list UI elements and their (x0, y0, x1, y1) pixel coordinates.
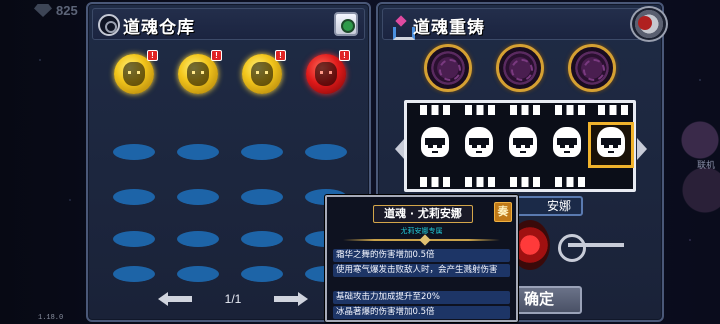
recast-icon (393, 17, 415, 40)
portrait-option[interactable] (415, 125, 455, 165)
soul-item[interactable]: ! (306, 50, 350, 94)
portrait-partial (552, 177, 588, 187)
empty-soul-slot[interactable] (177, 189, 219, 205)
portrait-option-selected[interactable] (588, 122, 634, 168)
recast-title-bar: 道魂重铸 (382, 8, 658, 40)
soul-emblem-icon (98, 14, 120, 36)
carousel-next-icon[interactable] (637, 138, 647, 160)
portrait-option[interactable] (547, 125, 587, 165)
portrait-partial (507, 105, 543, 115)
portrait-partial (417, 177, 453, 187)
empty-soul-slot[interactable] (305, 144, 347, 160)
back-icon[interactable] (630, 6, 668, 42)
soul-item[interactable]: ! (178, 50, 222, 94)
portrait-partial (552, 105, 588, 115)
tooltip-effect: 基础攻击力加成提升至20% (333, 291, 510, 304)
portrait-mouth (520, 151, 526, 153)
new-badge: ! (275, 50, 286, 61)
portrait-eye (472, 143, 477, 148)
portrait-mouth (608, 151, 614, 153)
tooltip-effect: 使用寒气爆发击败敌人时，会产生溅射伤害 (333, 264, 510, 277)
key-icon (558, 230, 628, 262)
portrait-eye (428, 143, 433, 148)
pager: 1/1 (158, 290, 308, 310)
portrait-partial (462, 105, 498, 115)
empty-soul-slot[interactable] (113, 266, 155, 282)
version-label: 1.18.0 (38, 314, 64, 322)
empty-soul-slot[interactable] (241, 144, 283, 160)
portrait-eye (437, 143, 442, 148)
soul-tooltip: 道魂 · 尤莉安娜 奏 尤莉安娜专属 霜华之舞的伤害增加0.5倍 使用寒气爆发击… (325, 195, 518, 322)
portrait-mouth (476, 151, 482, 153)
soul-portrait (187, 62, 209, 86)
portrait-option[interactable] (503, 125, 543, 165)
portrait-eye (604, 143, 609, 148)
currency-value: 825 (56, 3, 78, 18)
arrow-left-icon[interactable] (158, 292, 194, 306)
portrait-eye (560, 143, 565, 148)
portrait-mouth (564, 151, 570, 153)
portrait-eye (569, 143, 574, 148)
currency-display: 825 (34, 3, 78, 18)
portrait-partial (595, 105, 631, 115)
portrait-mouth (432, 151, 438, 153)
storage-title-bar: 道魂仓库 (92, 8, 365, 40)
soul-item[interactable]: ! (114, 50, 158, 94)
side-label: 联机 (697, 161, 716, 171)
portrait-eye (481, 143, 486, 148)
storage-title: 道魂仓库 (123, 18, 195, 38)
arrow-right-icon[interactable] (272, 292, 308, 306)
portrait-partial (462, 177, 498, 187)
tooltip-effect: 霜华之舞的伤害增加0.5倍 (333, 249, 510, 262)
empty-soul-slot[interactable] (177, 266, 219, 282)
soul-portrait (315, 62, 337, 86)
empty-soul-slot[interactable] (241, 266, 283, 282)
soul-portrait (123, 62, 145, 86)
sort-icon[interactable] (334, 12, 358, 36)
portrait-eye (613, 143, 618, 148)
portrait-eye (525, 143, 530, 148)
material-slot[interactable] (568, 44, 616, 92)
tooltip-subtitle: 尤莉安娜专属 (400, 227, 443, 235)
empty-soul-slot[interactable] (177, 144, 219, 160)
material-slot[interactable] (496, 44, 544, 92)
tooltip-effect: 冰晶著爆的伤害增加0.5倍 (333, 306, 510, 319)
gem-icon (34, 4, 52, 17)
tooltip-divider (343, 238, 500, 242)
portrait-option[interactable] (459, 125, 499, 165)
portrait-eye (516, 143, 521, 148)
page-indicator: 1/1 (224, 292, 242, 306)
soul-item[interactable]: ! (242, 50, 286, 94)
tooltip-close-button[interactable]: 奏 (494, 202, 512, 222)
soul-portrait (251, 62, 273, 86)
new-badge: ! (211, 50, 222, 61)
new-badge: ! (147, 50, 158, 61)
portrait-carousel (404, 100, 636, 192)
empty-soul-slot[interactable] (113, 144, 155, 160)
recast-title: 道魂重铸 (413, 18, 485, 38)
material-slot[interactable] (424, 44, 472, 92)
empty-soul-slot[interactable] (113, 231, 155, 247)
empty-soul-slot[interactable] (241, 189, 283, 205)
empty-soul-slot[interactable] (241, 231, 283, 247)
tooltip-title: 道魂 · 尤莉安娜 (373, 205, 473, 223)
portrait-partial (507, 177, 543, 187)
empty-soul-slot[interactable] (177, 231, 219, 247)
new-badge: ! (339, 50, 350, 61)
portrait-partial (417, 105, 453, 115)
empty-soul-slot[interactable] (113, 189, 155, 205)
